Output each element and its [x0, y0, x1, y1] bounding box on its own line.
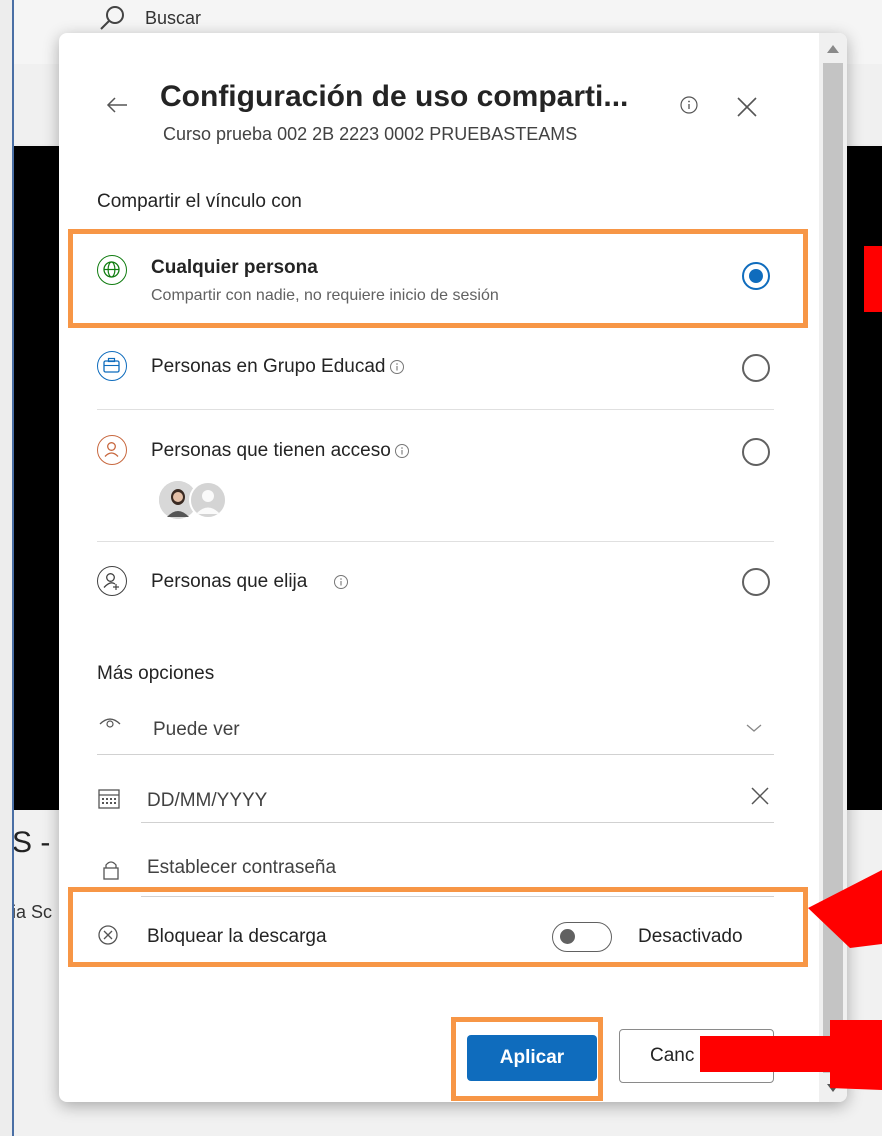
person-icon — [97, 435, 127, 465]
highlight-box-download — [68, 887, 808, 967]
calendar-icon — [97, 786, 121, 815]
permission-dropdown[interactable]: Puede ver — [97, 709, 774, 751]
eye-icon — [97, 713, 123, 738]
divider — [97, 409, 774, 410]
expiration-date-field[interactable]: DD/MM/YYYY — [97, 778, 774, 820]
radio-existing-access[interactable] — [742, 438, 770, 466]
close-icon[interactable] — [735, 95, 759, 124]
permission-value: Puede ver — [153, 719, 240, 740]
option-existing-access[interactable]: Personas que tienen acceso — [97, 429, 797, 525]
divider — [141, 822, 774, 823]
dialog-subtitle: Curso prueba 002 2B 2223 0002 PRUEBASTEA… — [163, 124, 578, 144]
divider — [97, 541, 774, 542]
option-label: Personas que elija — [151, 571, 308, 592]
radio-specific-people[interactable] — [742, 568, 770, 596]
radio-group[interactable] — [742, 354, 770, 382]
password-placeholder: Establecer contraseña — [147, 857, 337, 878]
option-label: Personas que tienen acceso — [151, 440, 391, 461]
lock-icon — [101, 858, 121, 887]
info-icon[interactable] — [389, 359, 405, 380]
share-section-label: Compartir el vínculo con — [97, 191, 302, 212]
person-add-icon — [97, 566, 127, 596]
divider — [97, 754, 774, 755]
highlight-box-apply — [451, 1017, 603, 1101]
window-border — [12, 0, 14, 1136]
search-input[interactable]: Buscar — [145, 8, 201, 29]
info-icon[interactable] — [679, 95, 699, 120]
date-placeholder: DD/MM/YYYY — [147, 790, 268, 811]
red-arrow-annotation — [700, 870, 882, 1090]
scroll-up-arrow[interactable] — [827, 45, 839, 53]
clear-date-icon[interactable] — [750, 786, 770, 811]
password-field[interactable]: Establecer contraseña — [97, 846, 774, 890]
dialog-title: Configuración de uso comparti... — [160, 80, 629, 113]
info-icon[interactable] — [333, 574, 349, 595]
back-arrow-icon[interactable] — [105, 93, 129, 122]
briefcase-icon — [97, 351, 127, 381]
highlight-box-option — [68, 229, 808, 328]
avatar — [189, 481, 227, 519]
more-options-label: Más opciones — [97, 663, 215, 684]
chevron-down-icon — [745, 721, 763, 739]
background-subtitle: ia Sc — [12, 902, 53, 922]
info-icon[interactable] — [394, 443, 410, 464]
option-group[interactable]: Personas en Grupo Educad — [97, 345, 797, 395]
option-label: Personas en Grupo Educad — [151, 356, 386, 377]
red-annotation-bar — [864, 246, 882, 312]
option-specific-people[interactable]: Personas que elija — [97, 562, 797, 612]
